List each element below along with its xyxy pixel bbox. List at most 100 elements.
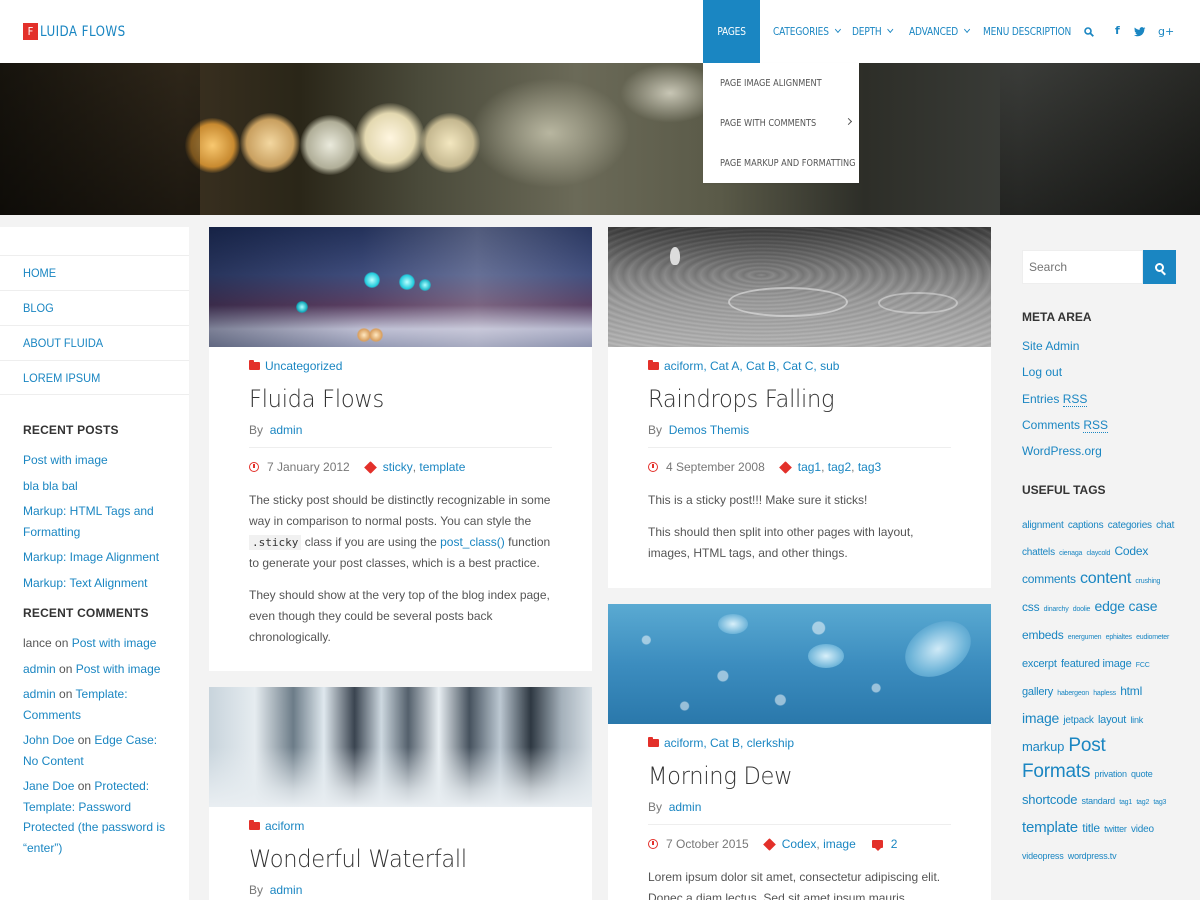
comment-author-link[interactable]: admin: [23, 662, 56, 676]
comment-post-link[interactable]: Post with image: [72, 636, 157, 650]
tag-link[interactable]: tag1: [798, 460, 821, 474]
post-title[interactable]: Wonderful Waterfall: [249, 845, 534, 873]
tag-cloud-link[interactable]: video: [1131, 824, 1154, 835]
post-title[interactable]: Morning Dew: [648, 762, 933, 790]
search-icon[interactable]: [1084, 26, 1094, 40]
tag-cloud-link[interactable]: chattels: [1022, 547, 1055, 558]
nav-depth[interactable]: Depth: [852, 0, 894, 63]
meta-link-site-admin[interactable]: Site Admin: [1022, 339, 1079, 353]
meta-item[interactable]: WordPress.org: [1022, 438, 1177, 464]
recent-post-link-text[interactable]: Markup: HTML Tags and Formatting: [23, 504, 154, 539]
meta-link-log-out[interactable]: Log out: [1022, 365, 1062, 379]
post-thumbnail[interactable]: [608, 227, 991, 347]
tag-link[interactable]: Codex: [782, 837, 817, 851]
tag-cloud-link[interactable]: standard: [1082, 796, 1116, 806]
post-title[interactable]: Raindrops Falling: [648, 385, 933, 413]
meta-link-comments-rss[interactable]: Comments RSS: [1022, 417, 1109, 433]
post-thumbnail[interactable]: [209, 687, 592, 807]
category-link[interactable]: Cat A: [710, 359, 739, 373]
recent-post-link[interactable]: Markup: HTML Tags and Formatting: [23, 501, 169, 542]
meta-link-entries-rss[interactable]: Entries RSS: [1022, 391, 1088, 407]
tag-cloud-link[interactable]: html: [1120, 684, 1142, 698]
author-link[interactable]: admin: [270, 423, 303, 437]
tag-cloud-link[interactable]: dinarchy: [1044, 606, 1069, 613]
tag-cloud-link[interactable]: Formats: [1022, 761, 1090, 782]
comment-author-link[interactable]: Jane Doe: [23, 779, 74, 793]
tag-cloud-link[interactable]: comments: [1022, 572, 1076, 586]
left-menu-item-home[interactable]: HOME: [0, 255, 189, 290]
category-link[interactable]: Cat C: [783, 359, 814, 373]
excerpt-link[interactable]: post_class(): [440, 535, 505, 549]
post-title[interactable]: Fluida Flows: [249, 385, 534, 413]
recent-post-link[interactable]: Markup: Text Alignment: [23, 573, 169, 594]
tag-link[interactable]: image: [823, 837, 856, 851]
site-logo[interactable]: F LUIDA FLOWS: [23, 23, 141, 40]
recent-post-link-text[interactable]: Markup: Text Alignment: [23, 576, 148, 590]
tag-cloud-link[interactable]: gallery: [1022, 686, 1053, 698]
tag-link[interactable]: tag3: [858, 460, 881, 474]
tag-cloud-link[interactable]: Codex: [1114, 544, 1148, 558]
left-menu-item-blog[interactable]: BLOG: [0, 290, 189, 325]
tag-cloud-link[interactable]: layout: [1098, 714, 1126, 726]
tag-cloud-link[interactable]: embeds: [1022, 628, 1064, 642]
nav-categories[interactable]: Categories: [773, 0, 841, 63]
tag-cloud-link[interactable]: link: [1130, 715, 1143, 725]
nav-pages[interactable]: Pages: [703, 0, 760, 63]
twitter-icon[interactable]: [1134, 26, 1146, 40]
tag-cloud-link[interactable]: captions: [1068, 520, 1104, 531]
tag-cloud-link[interactable]: crushing: [1135, 578, 1160, 585]
tag-cloud-link[interactable]: template: [1022, 819, 1078, 836]
tag-cloud-link[interactable]: claycold: [1087, 550, 1111, 557]
tag-cloud-link[interactable]: css: [1022, 600, 1040, 614]
nav-menu-description[interactable]: Menu Description: [983, 0, 1071, 63]
tag-cloud-link[interactable]: wordpress.tv: [1068, 851, 1117, 861]
tag-cloud-link[interactable]: markup: [1022, 739, 1064, 754]
dropdown-item-page-with-comments[interactable]: Page with comments: [703, 103, 859, 143]
meta-item[interactable]: Entries RSS: [1022, 386, 1177, 412]
google-plus-icon[interactable]: g+: [1158, 25, 1174, 38]
tag-cloud-link[interactable]: featured image: [1061, 658, 1132, 670]
recent-post-link[interactable]: bla bla bal: [23, 476, 169, 497]
search-input[interactable]: [1022, 250, 1143, 284]
tag-cloud-link[interactable]: Post: [1068, 735, 1105, 756]
tag-cloud-link[interactable]: categories: [1108, 520, 1152, 531]
category-link[interactable]: aciform: [664, 736, 703, 750]
post-thumbnail[interactable]: [209, 227, 592, 347]
left-menu-item-lorem[interactable]: LOREM IPSUM: [0, 360, 189, 395]
category-link[interactable]: Cat B: [710, 736, 740, 750]
tag-cloud-link[interactable]: eudiometer: [1136, 634, 1169, 641]
tag-cloud-link[interactable]: shortcode: [1022, 792, 1077, 807]
comment-author-link[interactable]: John Doe: [23, 733, 74, 747]
comment-author-link[interactable]: admin: [23, 687, 56, 701]
nav-advanced[interactable]: Advanced: [909, 0, 971, 63]
tag-cloud-link[interactable]: cienaga: [1059, 550, 1082, 557]
tag-link[interactable]: sticky: [383, 460, 413, 474]
recent-post-link-text[interactable]: bla bla bal: [23, 479, 78, 493]
tag-cloud-link[interactable]: content: [1080, 570, 1131, 587]
meta-item[interactable]: Log out: [1022, 359, 1177, 385]
meta-link-wordpress-org[interactable]: WordPress.org: [1022, 444, 1102, 458]
tag-cloud-link[interactable]: tag2: [1136, 799, 1149, 806]
tag-cloud-link[interactable]: title: [1082, 821, 1100, 835]
tag-cloud-link[interactable]: ephialtes: [1106, 634, 1132, 641]
tag-cloud-link[interactable]: tag3: [1153, 799, 1166, 806]
category-link[interactable]: aciform: [265, 819, 304, 833]
tag-cloud-link[interactable]: jetpack: [1063, 715, 1093, 726]
category-link[interactable]: Cat B: [746, 359, 776, 373]
tag-cloud-link[interactable]: doolie: [1073, 606, 1091, 613]
tag-cloud-link[interactable]: FCC: [1136, 662, 1150, 669]
category-link[interactable]: clerkship: [747, 736, 794, 750]
recent-post-link[interactable]: Markup: Image Alignment: [23, 547, 169, 568]
author-link[interactable]: admin: [669, 800, 702, 814]
tag-cloud-link[interactable]: chat: [1156, 520, 1174, 531]
comment-post-link[interactable]: Post with image: [76, 662, 161, 676]
facebook-icon[interactable]: f: [1115, 24, 1120, 37]
category-link[interactable]: Uncategorized: [265, 359, 342, 373]
recent-post-link-text[interactable]: Post with image: [23, 453, 108, 467]
search-button[interactable]: [1143, 250, 1176, 284]
left-menu-item-about[interactable]: ABOUT FLUIDA: [0, 325, 189, 360]
dropdown-item-page-markup[interactable]: Page Markup and Formatting: [703, 143, 859, 183]
tag-cloud-link[interactable]: quote: [1131, 769, 1153, 779]
meta-item[interactable]: Site Admin: [1022, 333, 1177, 359]
dropdown-item-page-image-alignment[interactable]: Page Image Alignment: [703, 63, 859, 103]
